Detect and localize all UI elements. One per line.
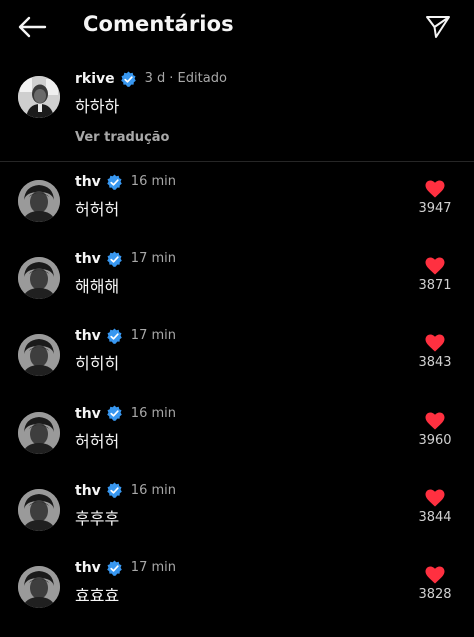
username[interactable]: thv [75, 250, 101, 268]
comment-header: thv 16 min [75, 482, 176, 500]
comment-text: 하하하 [75, 97, 120, 116]
like-button[interactable] [424, 411, 446, 431]
timestamp: 17 min [130, 560, 176, 575]
back-button[interactable] [12, 10, 52, 44]
comment-header: thv 17 min [75, 250, 176, 268]
like-button[interactable] [424, 256, 446, 276]
comment-text: 허허허 [75, 200, 120, 219]
comment-header: thv 16 min [75, 173, 176, 191]
avatar[interactable] [18, 566, 60, 608]
like-button[interactable] [424, 488, 446, 508]
verified-badge-icon [106, 405, 123, 422]
like-count: 3843 [418, 355, 452, 371]
comment-item: thv 17 min 효효효 3828 [0, 559, 474, 629]
heart-icon [425, 334, 445, 352]
username[interactable]: thv [75, 327, 101, 345]
paper-plane-icon [426, 16, 450, 38]
like-button[interactable] [424, 565, 446, 585]
avatar[interactable] [18, 257, 60, 300]
comment-text: 해해해 [75, 277, 120, 297]
heart-icon [425, 566, 445, 584]
verified-badge-icon [106, 174, 123, 191]
heart-icon [425, 412, 445, 430]
divider [0, 161, 474, 162]
heart-icon [425, 489, 445, 507]
comment-item: thv 16 min 후후후 3844 [0, 482, 474, 552]
comment-item: thv 16 min 허허허 3960 [0, 405, 474, 475]
verified-badge-icon [106, 251, 123, 268]
avatar[interactable] [18, 76, 60, 118]
verified-badge-icon [120, 71, 137, 88]
main-comment: rkive 3 d · Editado 하하하 [0, 70, 474, 160]
timestamp: 16 min [130, 174, 176, 189]
username[interactable]: thv [75, 559, 101, 577]
comment-header: thv 17 min [75, 327, 176, 345]
heart-icon [425, 180, 445, 198]
timestamp: 16 min [130, 405, 176, 421]
avatar[interactable] [18, 334, 60, 377]
comment-text: 효효효 [75, 586, 120, 605]
like-count: 3960 [418, 432, 452, 448]
see-translation-link[interactable]: Ver tradução [75, 130, 169, 145]
like-button[interactable] [424, 333, 446, 353]
comment-header: thv 17 min [75, 559, 176, 577]
comment-text: 허허허 [75, 431, 120, 451]
timestamp: 17 min [130, 328, 176, 344]
timestamp: 3 d [144, 71, 166, 86]
comment-header: thv 16 min [75, 405, 176, 423]
page-title: Comentários [83, 12, 234, 36]
verified-badge-icon [106, 560, 123, 577]
arrow-left-icon [18, 16, 47, 38]
username[interactable]: thv [75, 405, 101, 423]
avatar[interactable] [18, 488, 60, 531]
like-count: 3844 [418, 509, 452, 525]
avatar[interactable] [18, 180, 60, 222]
like-count: 3947 [418, 201, 452, 216]
comment-text: 후후후 [75, 508, 120, 528]
edited-label: · Editado [169, 71, 227, 86]
comment-item: thv 16 min 허허허 3947 [0, 173, 474, 243]
timestamp: 17 min [130, 251, 176, 267]
username[interactable]: thv [75, 173, 101, 191]
header: Comentários [0, 0, 474, 54]
username[interactable]: rkive [75, 70, 115, 88]
comment-item: thv 17 min 해해해 3871 [0, 250, 474, 320]
timestamp: 16 min [130, 482, 176, 498]
like-count: 3828 [418, 587, 452, 602]
verified-badge-icon [106, 328, 123, 345]
avatar[interactable] [18, 411, 60, 454]
comment-header: rkive 3 d · Editado [75, 70, 227, 88]
heart-icon [425, 257, 445, 275]
share-button[interactable] [420, 10, 456, 44]
comment-text: 히히히 [75, 354, 120, 374]
like-button[interactable] [424, 179, 446, 199]
verified-badge-icon [106, 482, 123, 499]
like-count: 3871 [418, 278, 452, 294]
username[interactable]: thv [75, 482, 101, 500]
comment-item: thv 17 min 히히히 3843 [0, 327, 474, 397]
